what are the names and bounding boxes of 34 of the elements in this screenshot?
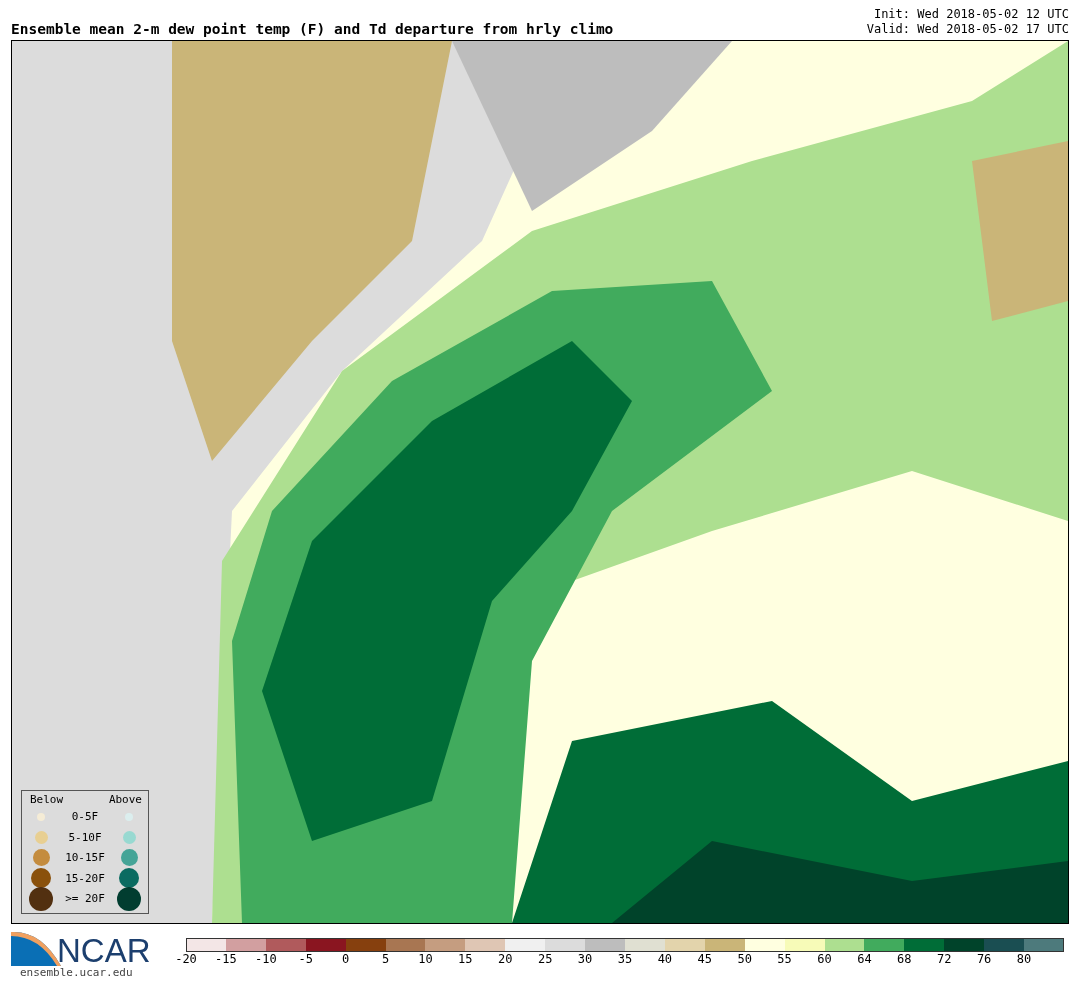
colorbar-tick-label: -5 <box>297 952 314 966</box>
colorbar-tick-label: 60 <box>816 952 833 966</box>
colorbar-tick-label: 5 <box>380 952 391 966</box>
chart-title: Ensemble mean 2-m dew point temp (F) and Td departure from hrly climo <box>11 21 614 37</box>
legend-label: 0-5F <box>70 810 100 824</box>
colorbar-tick-label: -15 <box>214 952 238 966</box>
colorbar-tick-label: 50 <box>736 952 753 966</box>
legend-label: 15-20F <box>64 871 106 885</box>
init-time: Init: Wed 2018-05-02 12 UTC <box>872 7 1069 22</box>
legend-label: >= 20F <box>64 892 106 906</box>
colorbar-tick-label: 30 <box>576 952 594 966</box>
colorbar-tick-label: 15 <box>457 952 474 966</box>
colorbar-tick-label: 25 <box>536 952 554 966</box>
colorbar-tick-label: 10 <box>417 952 434 966</box>
colorbar-tick-label: 45 <box>696 952 713 966</box>
logo-text: NCAR <box>57 936 151 966</box>
colorbar-tick-label: 40 <box>656 952 674 966</box>
colorbar-tick-label: -20 <box>174 952 198 966</box>
colorbar-tick-label: 76 <box>975 952 993 966</box>
site-url: ensemble.ucar.edu <box>20 966 134 979</box>
colorbar-tick-label: 35 <box>616 952 634 966</box>
colorbar-tick-label: 55 <box>776 952 793 966</box>
colorbar-tick-label: 20 <box>497 952 514 966</box>
colorbar-tick-label: 64 <box>856 952 873 966</box>
legend-heading: Above <box>108 793 142 806</box>
valid-time: Valid: Wed 2018-05-02 17 UTC <box>866 22 1069 37</box>
legend-label: 10-15F <box>64 851 106 865</box>
legend-heading: Below <box>30 793 64 806</box>
legend-label: 5-10F <box>67 830 103 844</box>
colorbar-tick-label: 68 <box>896 952 913 966</box>
colorbar-tick-label: 72 <box>936 952 953 966</box>
colorbar-tick-label: 0 <box>341 952 351 966</box>
colorbar-tick-label: -10 <box>253 952 278 966</box>
colorbar-tick-label: 80 <box>1015 952 1033 966</box>
